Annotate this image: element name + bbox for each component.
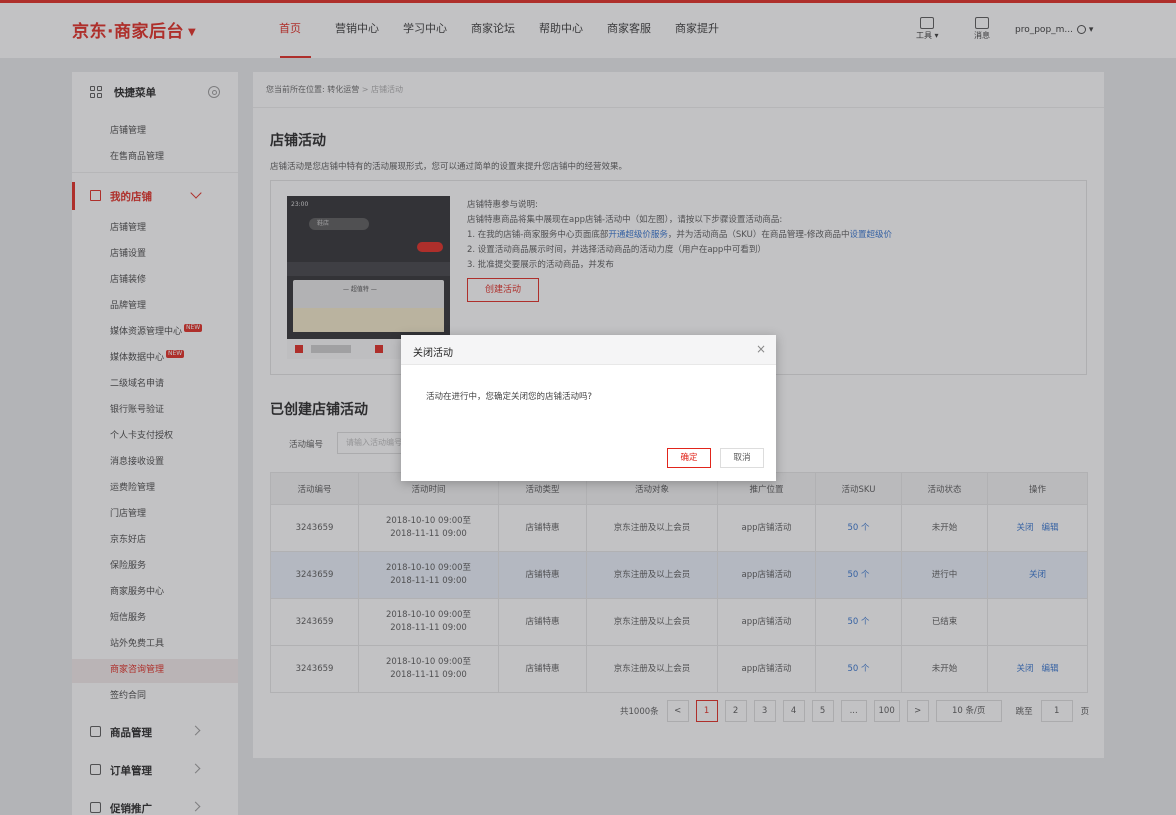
close-icon[interactable]: × [753,341,769,357]
confirm-button[interactable]: 确定 [667,448,711,468]
cancel-button[interactable]: 取消 [720,448,764,468]
dialog-message: 活动在进行中，您确定关闭您的店铺活动吗? [426,392,593,402]
dialog-title: 关闭活动 [413,348,453,359]
dialog-header: 关闭活动 × [401,335,776,365]
close-activity-dialog: 关闭活动 × 活动在进行中，您确定关闭您的店铺活动吗? 确定 取消 [401,335,776,481]
